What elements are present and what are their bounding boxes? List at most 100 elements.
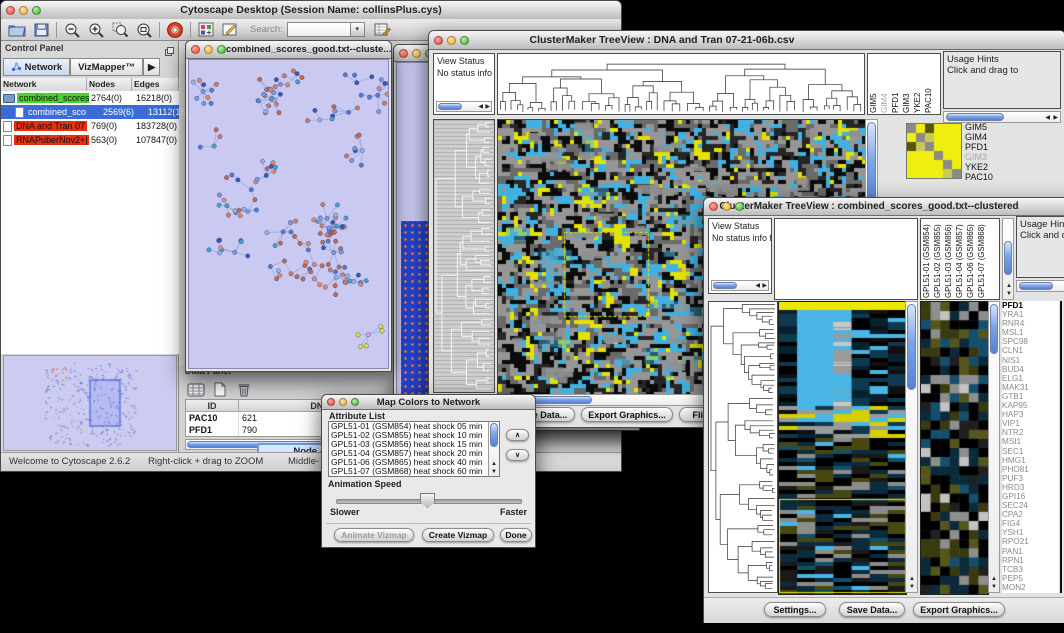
create-vizmap-button[interactable]: Create Vizmap	[422, 528, 494, 542]
column-label[interactable]: GPL51-03 (GSM856)	[944, 220, 955, 298]
dialog-titlebar[interactable]: Map Colors to Network	[322, 395, 535, 410]
attribute-list[interactable]: GPL51-01 (GSM854) heat shock 05 minGPL51…	[328, 421, 500, 477]
gene-label[interactable]: BUD4	[1002, 365, 1059, 374]
tv2-zoom-vscrollbar[interactable]: ▲ ▼	[988, 301, 1000, 593]
scroll-right-icon[interactable]: ▶	[1053, 115, 1058, 121]
gene-label[interactable]: SEC24	[1002, 501, 1059, 510]
gene-label[interactable]: VIP1	[1002, 419, 1059, 428]
zoom-in-icon[interactable]	[84, 20, 108, 40]
zoom-out-icon[interactable]	[60, 20, 84, 40]
scrollbar-thumb[interactable]	[946, 113, 1004, 121]
move-up-button[interactable]: ∧	[506, 429, 529, 441]
minimize-icon[interactable]	[19, 6, 28, 15]
tv2-row-dendrogram[interactable]	[708, 301, 778, 593]
column-label[interactable]: GIM5	[869, 55, 880, 113]
help-lifering-icon[interactable]	[163, 20, 187, 40]
column-label[interactable]: GPL51-04 (GSM857)	[955, 220, 966, 298]
scroll-up-icon[interactable]: ▲	[491, 461, 497, 467]
gene-label[interactable]: PUF3	[1002, 474, 1059, 483]
close-icon[interactable]	[191, 45, 200, 54]
gene-label[interactable]: MSI1	[1002, 437, 1059, 446]
tv2-save-data-button[interactable]: Save Data...	[839, 602, 905, 617]
gene-label[interactable]: FIG4	[1002, 519, 1059, 528]
network-table-row[interactable]: RNAPuberNov2+|563(0)107847(0)	[1, 133, 179, 147]
scroll-right-icon[interactable]: ▶	[485, 104, 490, 110]
slider-thumb[interactable]	[420, 493, 435, 508]
save-icon[interactable]	[29, 20, 53, 40]
col-network[interactable]: Network	[1, 78, 87, 91]
scroll-left-icon[interactable]: ◀	[478, 104, 483, 110]
gene-label[interactable]: CLN1	[1002, 346, 1059, 355]
column-label[interactable]: GPL51-01 (GSM854)	[922, 220, 933, 298]
gene-label[interactable]: MAK31	[1002, 383, 1059, 392]
tv2-status-hscrollbar[interactable]: ◀ ▶	[711, 280, 769, 291]
network-graph[interactable]	[189, 60, 389, 369]
gene-label[interactable]: GTB1	[1002, 392, 1059, 401]
row-label[interactable]: GIM3	[965, 152, 1021, 162]
attribute-browser-icon[interactable]	[371, 20, 395, 40]
tv1-correlation-matrix[interactable]	[906, 123, 962, 179]
col-edges[interactable]: Edges	[132, 78, 179, 91]
gene-label[interactable]: GPI16	[1002, 492, 1059, 501]
close-icon[interactable]	[6, 6, 15, 15]
gene-label[interactable]: YRA1	[1002, 310, 1059, 319]
gene-label[interactable]: PFD1	[1002, 301, 1059, 310]
tv1-status-hscrollbar[interactable]: ◀ ▶	[436, 101, 492, 112]
vizmapper-icon[interactable]	[194, 20, 218, 40]
main-titlebar[interactable]: Cytoscape Desktop (Session Name: collins…	[1, 1, 621, 20]
network-table-row[interactable]: combined_scores2764(0)16218(0)	[1, 91, 179, 105]
tv2-settings-button[interactable]: Settings...	[764, 602, 826, 617]
zoom-selected-icon[interactable]	[108, 20, 132, 40]
tv2-heatmap-vscrollbar[interactable]: ▲ ▼	[905, 301, 918, 593]
scrollbar-thumb[interactable]	[438, 103, 462, 110]
scroll-down-icon[interactable]: ▼	[909, 584, 915, 590]
close-icon[interactable]	[434, 36, 443, 45]
move-down-button[interactable]: ∨	[506, 449, 529, 461]
birdseye-canvas[interactable]	[4, 356, 176, 450]
close-icon[interactable]	[327, 398, 335, 406]
open-folder-icon[interactable]	[5, 20, 29, 40]
tv2-labels-vscrollbar[interactable]: ▲ ▼	[1002, 218, 1014, 300]
network-table-row[interactable]: DNA and Tran 07769(0)183728(0)	[1, 119, 179, 133]
window-controls[interactable]	[6, 1, 45, 19]
gene-label[interactable]: HAP3	[1002, 410, 1059, 419]
gene-label[interactable]: RPN1	[1002, 556, 1059, 565]
row-label[interactable]: GIM5	[965, 122, 1021, 132]
tv2-zoom-heatmap[interactable]	[920, 301, 989, 595]
gene-label[interactable]: RPO21	[1002, 537, 1059, 546]
scroll-right-icon[interactable]: ▶	[762, 283, 767, 289]
scroll-left-icon[interactable]: ◀	[1045, 115, 1050, 121]
gene-label[interactable]: CPA2	[1002, 510, 1059, 519]
scroll-down-icon[interactable]: ▼	[1006, 291, 1012, 297]
tv1-export-graphics-button[interactable]: Export Graphics...	[581, 407, 673, 422]
row-label[interactable]: GIM4	[965, 132, 1021, 142]
animate-vizmap-button[interactable]: Animate Vizmap	[334, 528, 414, 542]
zoom-window-icon[interactable]	[217, 45, 226, 54]
row-label[interactable]: YKE2	[965, 162, 1021, 172]
zoom-window-icon[interactable]	[735, 202, 744, 211]
gene-label[interactable]: PEP5	[1002, 574, 1059, 583]
column-label[interactable]: GIM4	[880, 55, 891, 113]
gene-label[interactable]: MSL1	[1002, 328, 1059, 337]
gene-label[interactable]: PHO81	[1002, 465, 1059, 474]
gene-label[interactable]: MON2	[1002, 583, 1059, 592]
column-label[interactable]: GPL51-02 (GSM855)	[933, 220, 944, 298]
minimize-icon[interactable]	[204, 45, 213, 54]
col-id[interactable]: ID	[186, 400, 239, 412]
column-label[interactable]: PFD1	[891, 55, 902, 113]
chevron-down-icon[interactable]: ▾	[351, 22, 365, 37]
attribute-list-vscrollbar[interactable]: ▲ ▼	[488, 422, 499, 476]
row-label[interactable]: PFD1	[965, 142, 1021, 152]
scrollbar-thumb[interactable]	[990, 304, 998, 354]
scrollbar-thumb[interactable]	[490, 423, 498, 447]
gene-label[interactable]: SPC98	[1002, 337, 1059, 346]
attribute-item[interactable]: GPL51-07 (GSM868) heat shock 60 min	[329, 467, 487, 476]
search-input[interactable]: ▾	[287, 21, 365, 39]
gene-label[interactable]: KAP95	[1002, 401, 1059, 410]
tv2-hints-hscrollbar[interactable]	[1016, 280, 1064, 292]
close-icon[interactable]	[709, 202, 718, 211]
treeview2-titlebar[interactable]: ClusterMaker TreeView : combined_scores_…	[704, 198, 1064, 216]
tv2-export-graphics-button[interactable]: Export Graphics...	[913, 602, 1005, 617]
close-icon[interactable]	[399, 49, 408, 58]
zoom-window-icon[interactable]	[32, 6, 41, 15]
